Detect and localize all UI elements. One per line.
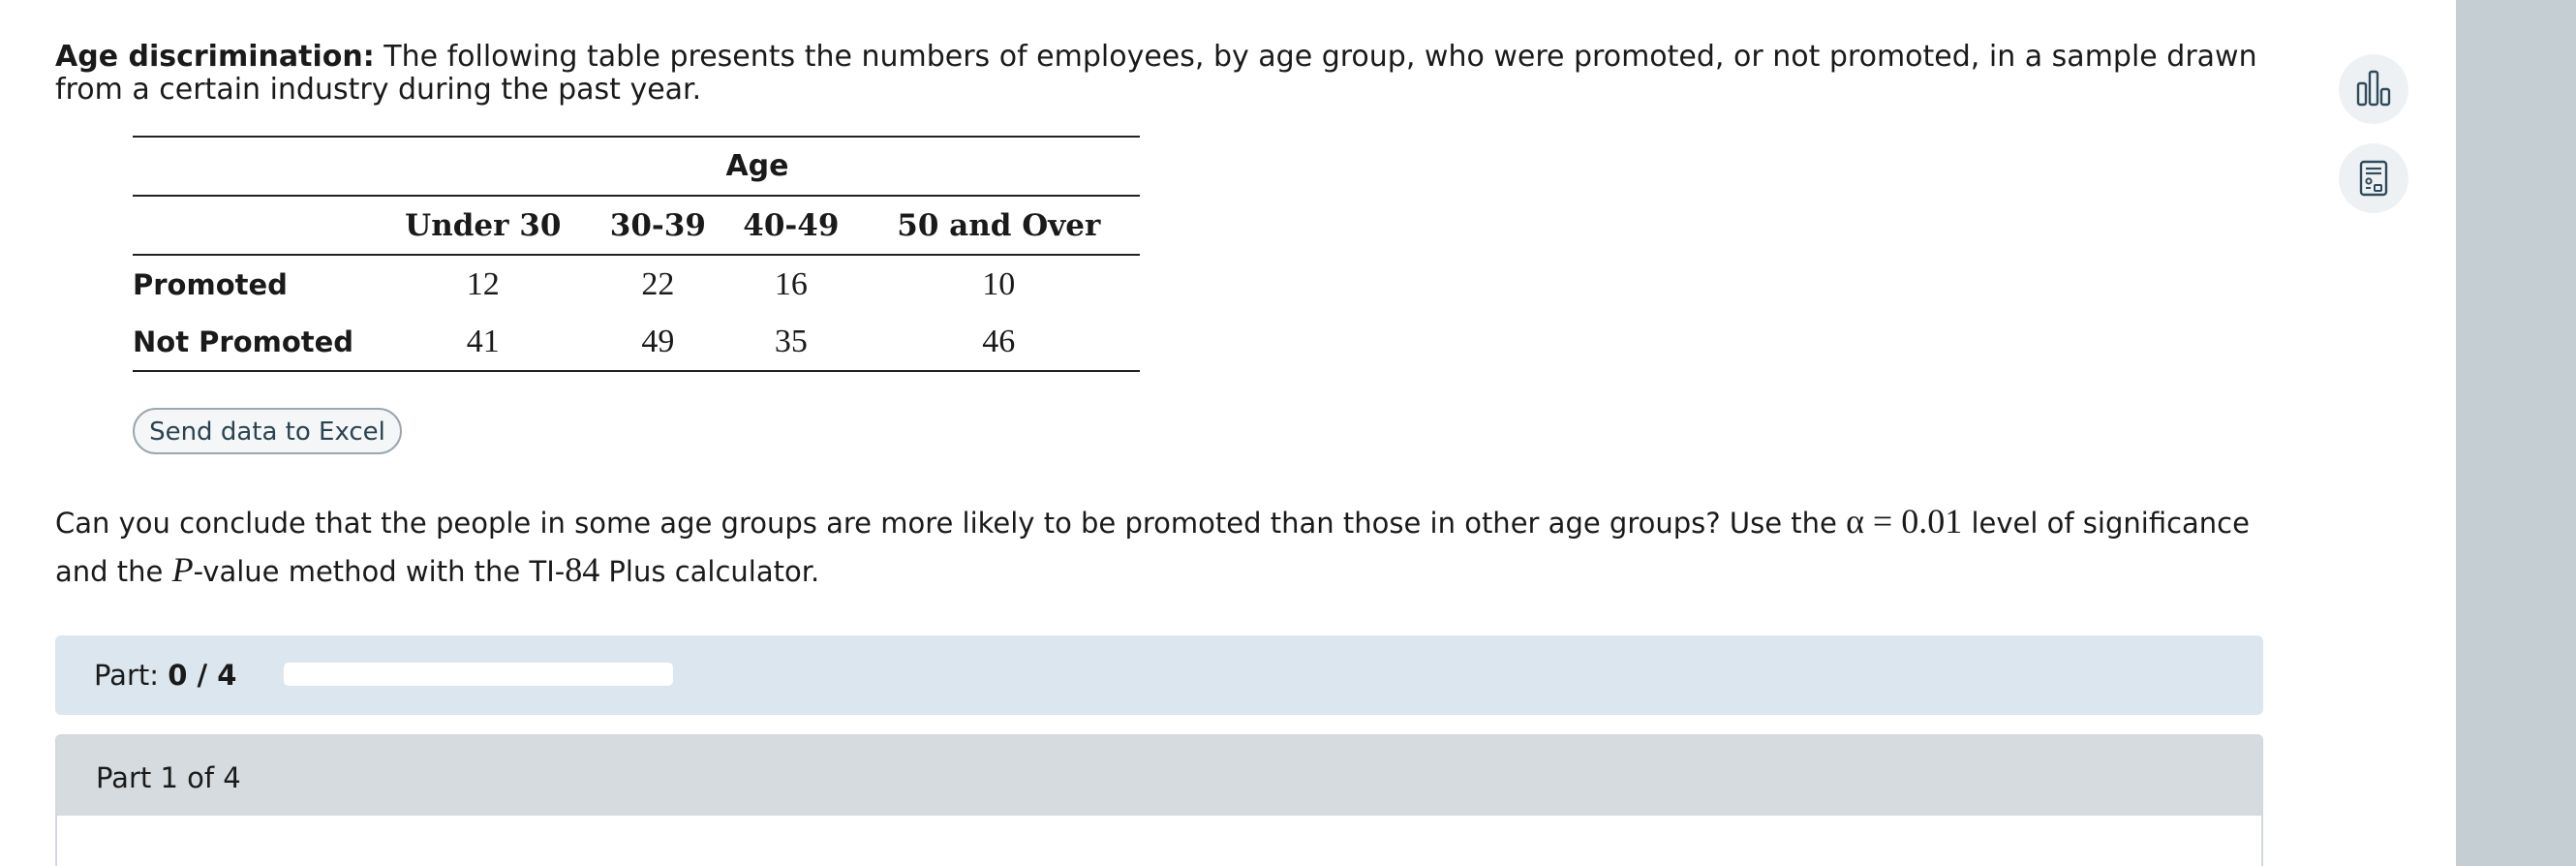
table-row-not-promoted: Not Promoted 41 49 35 46 (133, 313, 1140, 371)
table-row-promoted: Promoted 12 22 16 10 (133, 255, 1140, 313)
part-1-header[interactable]: Part 1 of 4 (57, 736, 2261, 816)
send-to-excel-button[interactable]: Send data to Excel (133, 408, 402, 454)
table-cell: 35 (774, 323, 808, 359)
part-1-section: Part 1 of 4 (55, 734, 2263, 866)
calculator-icon (2359, 160, 2388, 197)
table-cell: 46 (982, 323, 1016, 359)
part-progress-bar: Part: 0 / 4 (55, 635, 2263, 715)
age-group-header: Age (725, 149, 789, 183)
part-1-title: Part 1 of 4 (96, 761, 241, 794)
column-header-40-49: 40-49 (743, 207, 840, 243)
part-progress-label: Part: 0 / 4 (94, 659, 237, 692)
right-rail (2456, 0, 2576, 866)
data-chart-button[interactable] (2339, 54, 2408, 124)
column-header-under-30: Under 30 (405, 207, 562, 243)
part-progress-value: 0 / 4 (168, 659, 237, 692)
table-column-header-row: Under 30 30-39 40-49 50 and Over (133, 196, 1140, 255)
page: Age discrimination: The following table … (0, 0, 2576, 866)
calculator-button[interactable] (2339, 143, 2408, 213)
table-cell: 16 (774, 265, 808, 302)
row-label-promoted: Promoted (133, 267, 288, 301)
table-cell: 10 (982, 265, 1016, 302)
table-cell: 12 (466, 265, 500, 302)
age-promotion-table: Age Under 30 30-39 40-49 50 and Over Pro… (133, 136, 1140, 372)
problem-intro: Age discrimination: The following table … (55, 41, 2263, 107)
p-symbol: P (171, 550, 194, 589)
main-content: Age discrimination: The following table … (0, 0, 2456, 866)
progress-track (284, 663, 673, 686)
question-text: Can you conclude that the people in some… (55, 502, 2250, 589)
column-header-50-and-over: 50 and Over (897, 207, 1101, 243)
intro-label: Age discrimination: (55, 40, 375, 74)
table-cell: 49 (641, 323, 675, 359)
ti-model-number: 84 (565, 550, 600, 589)
table-group-header-row: Age (133, 137, 1140, 196)
alpha-value: α = 0.01 (1846, 502, 1963, 541)
table-cell: 22 (641, 265, 675, 302)
row-label-not-promoted: Not Promoted (133, 325, 354, 358)
intro-text: The following table presents the numbers… (55, 40, 2257, 107)
bar-chart-icon (2356, 70, 2391, 107)
column-header-30-39: 30-39 (609, 207, 706, 243)
table-cell: 41 (466, 323, 500, 359)
